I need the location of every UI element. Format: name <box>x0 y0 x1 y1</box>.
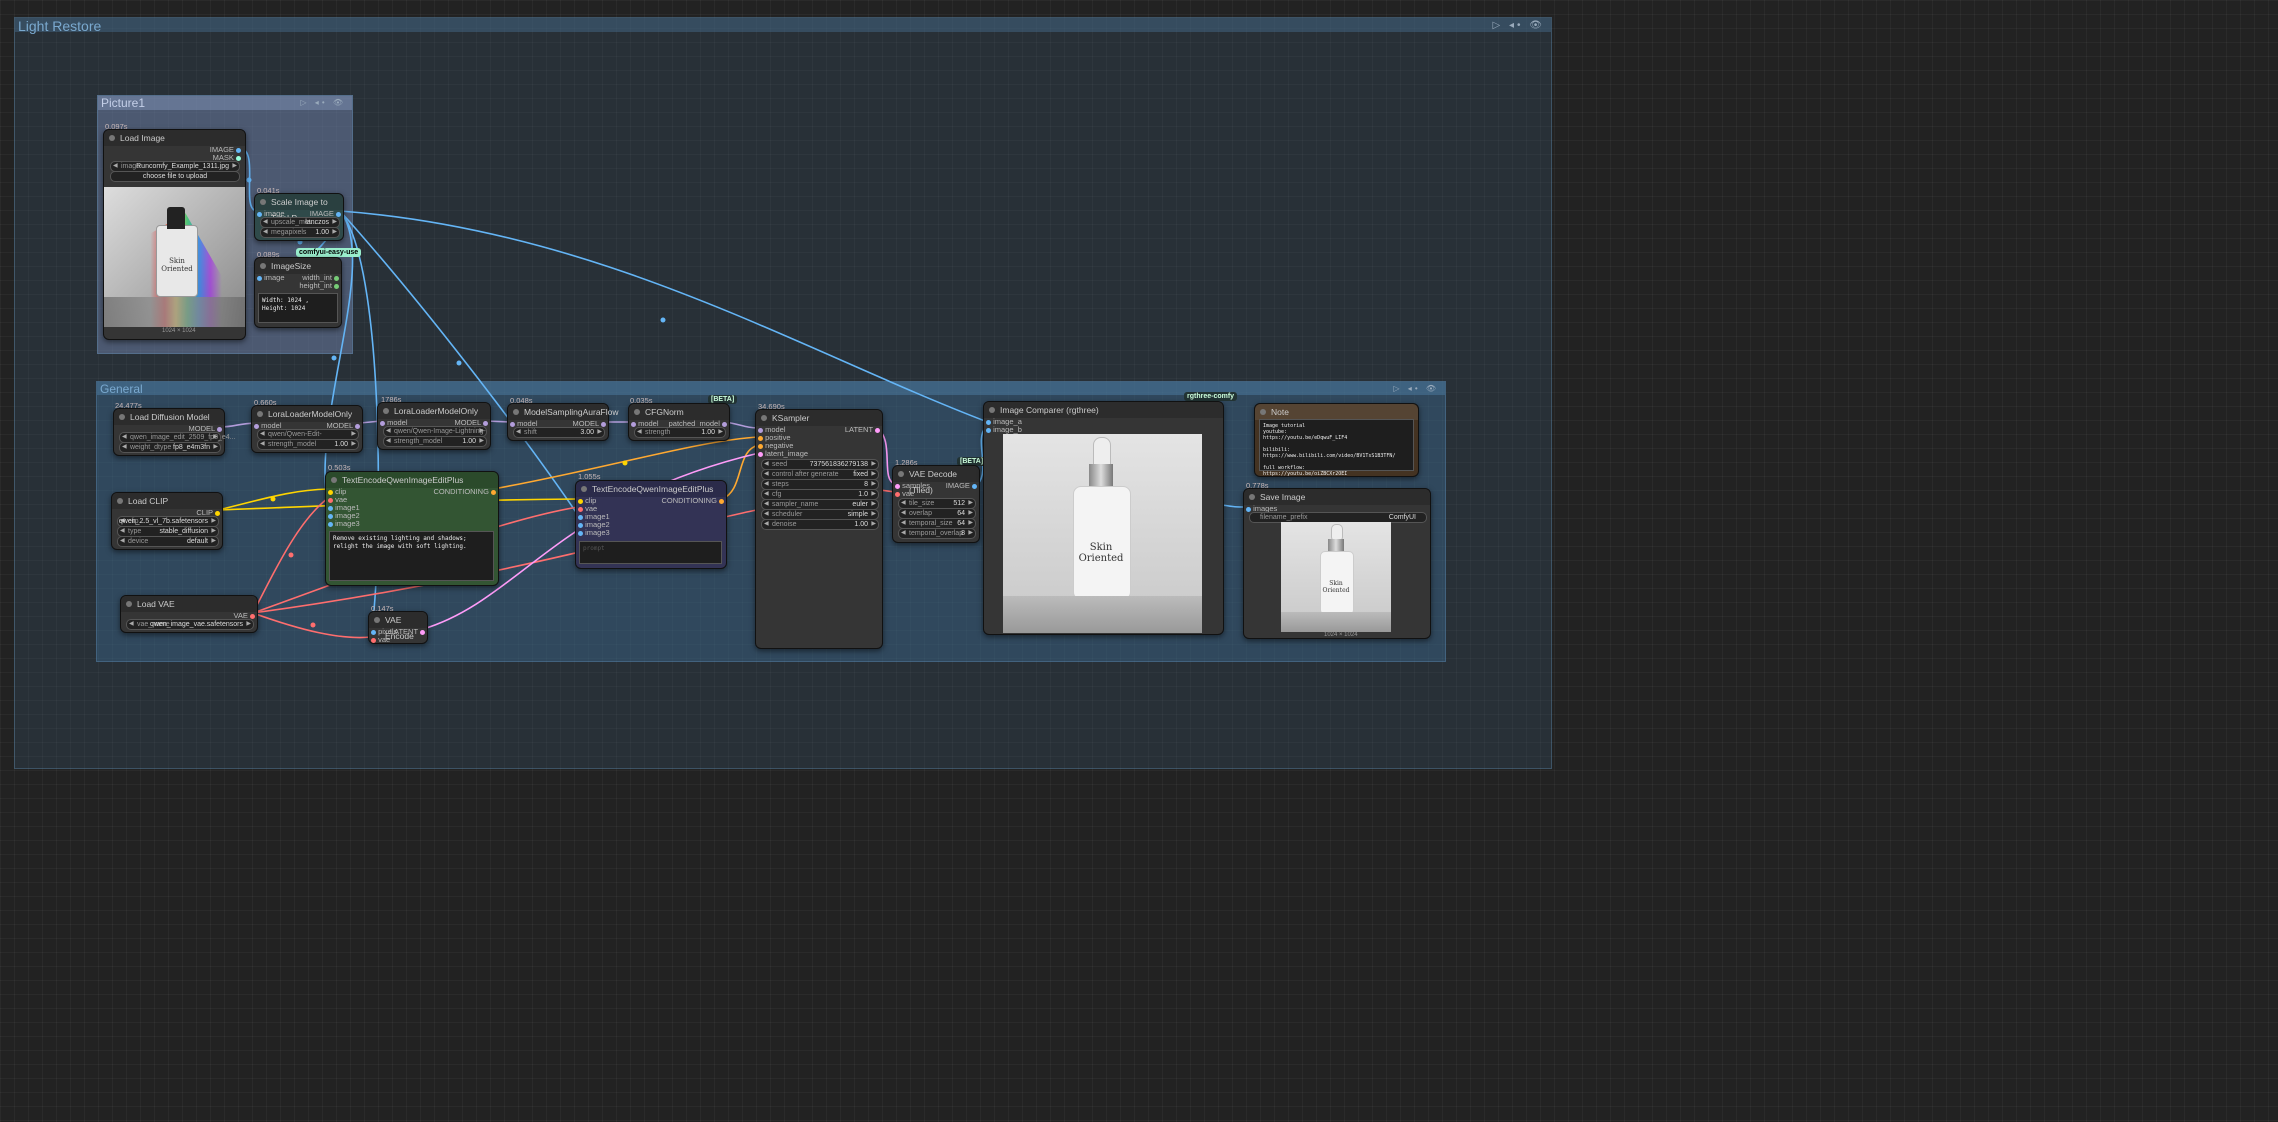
vae-decode-title[interactable]: VAE Decode (Tiled) <box>893 466 979 495</box>
output-latent[interactable]: LATENT <box>845 425 880 434</box>
text-encode2-title[interactable]: TextEncodeQwenImageEditPlus <box>576 481 726 497</box>
image-size-label: 1024 × 1024 <box>1324 632 1358 638</box>
load-clip-node[interactable]: Load CLIP CLIP clip...qwen_2.5_vl_7b.saf… <box>111 492 223 550</box>
preview-image: Skin Oriented <box>104 187 245 327</box>
vae-decode-node[interactable]: VAE Decode (Tiled) samples vae IMAGE til… <box>892 465 980 543</box>
node-badge: comfyui-easy-use <box>296 248 362 257</box>
save-image-title[interactable]: Save Image <box>1244 489 1430 505</box>
input-image3[interactable]: image3 <box>328 519 360 528</box>
saved-image-preview[interactable]: Skin Oriented <box>1281 522 1391 632</box>
upload-button[interactable]: choose file to upload <box>110 171 240 182</box>
denoise-input[interactable]: denoise1.00 <box>761 519 879 530</box>
scale-image-title[interactable]: Scale Image to Total P... <box>255 194 343 223</box>
input-latent-image[interactable]: latent_image <box>758 449 808 458</box>
note-title[interactable]: Note <box>1255 404 1418 420</box>
product-brand-text: Skin Oriented <box>1078 542 1124 564</box>
vae-encode-title[interactable]: VAE Encode <box>369 612 427 641</box>
vae-encode-node[interactable]: VAE Encode pixels vae LATENT <box>368 611 428 644</box>
vae-select[interactable]: vae_nameqwen_image_vae.safetensors <box>126 619 254 630</box>
load-vae-node[interactable]: Load VAE VAE vae_nameqwen_image_vae.safe… <box>120 595 258 633</box>
group-title[interactable]: Light Restore <box>18 18 101 34</box>
input-vae[interactable]: vae <box>895 489 914 498</box>
load-clip-title[interactable]: Load CLIP <box>112 493 222 509</box>
text-encode2-node[interactable]: TextEncodeQwenImageEditPlus clip vae ima… <box>575 480 727 569</box>
lora2-title[interactable]: LoraLoaderModelOnly <box>378 403 490 419</box>
output-height[interactable]: height_int <box>299 281 339 290</box>
image-size-title[interactable]: ImageSize <box>255 258 341 274</box>
comparer-image[interactable]: Skin Oriented <box>1003 434 1202 633</box>
strength-input[interactable]: strength_model1.00 <box>383 436 487 447</box>
load-image-node[interactable]: Load Image IMAGE MASK imageRuncomfy_Exam… <box>103 129 246 340</box>
ksampler-title[interactable]: KSampler <box>756 410 882 426</box>
product-brand-text: Skin Oriented <box>1322 580 1350 594</box>
group-toolbar-icons[interactable]: ▷ ◂• 👁 <box>1493 20 1545 31</box>
output-conditioning[interactable]: CONDITIONING <box>433 487 496 496</box>
node-badge: rgthree-comfy <box>1184 392 1238 401</box>
weight-dtype-select[interactable]: weight_dtypefp8_e4m3fn <box>119 442 221 453</box>
text-encode1-title[interactable]: TextEncodeQwenImageEditPlus <box>326 472 498 488</box>
image-comparer-node[interactable]: Image Comparer (rgthree) image_a image_b… <box>983 401 1224 635</box>
model-sampling-node[interactable]: ModelSamplingAuraFlow model MODEL shift3… <box>507 403 619 441</box>
input-image3[interactable]: image3 <box>578 528 610 537</box>
shift-input[interactable]: shift3.00 <box>513 427 605 438</box>
scale-image-node[interactable]: Scale Image to Total P... image IMAGE up… <box>254 193 344 241</box>
cfgnorm-node[interactable]: CFGNorm model patched_model strength1.00 <box>628 403 730 441</box>
output-conditioning[interactable]: CONDITIONING <box>661 496 724 505</box>
product-brand-text: Skin Oriented <box>161 257 193 273</box>
model-sampling-title[interactable]: ModelSamplingAuraFlow <box>508 404 619 420</box>
strength-input[interactable]: strength1.00 <box>634 427 726 438</box>
output-latent[interactable]: LATENT <box>390 627 425 636</box>
temporal-overlap-input[interactable]: temporal_overlap8 <box>898 528 976 539</box>
group-title[interactable]: Picture1 <box>101 96 145 110</box>
prompt-textarea[interactable]: prompt <box>579 541 722 564</box>
load-image-title[interactable]: Load Image <box>104 130 245 146</box>
output-image[interactable]: IMAGE <box>946 481 977 490</box>
cfgnorm-title[interactable]: CFGNorm <box>629 404 729 420</box>
group-toolbar-icons[interactable]: ▷ ◂• 👁 <box>1393 384 1439 393</box>
ksampler-node[interactable]: KSampler model positive negative latent_… <box>755 409 883 649</box>
load-vae-title[interactable]: Load VAE <box>121 596 257 612</box>
note-textarea[interactable]: Image tutorial youtube: https://youtu.be… <box>1259 419 1414 477</box>
lora1-node[interactable]: LoraLoaderModelOnly model MODEL qwen/Qwe… <box>251 405 363 453</box>
image-size-node[interactable]: ImageSize image width_int height_int Wid… <box>254 257 342 328</box>
input-image-b[interactable]: image_b <box>986 425 1022 434</box>
megapixels-input[interactable]: megapixels1.00 <box>260 227 340 238</box>
text-encode1-node[interactable]: TextEncodeQwenImageEditPlus clip vae ima… <box>325 471 499 586</box>
input-image[interactable]: image <box>257 273 285 282</box>
save-image-node[interactable]: Save Image images filename_prefix ComfyUI… <box>1243 488 1431 639</box>
lora1-title[interactable]: LoraLoaderModelOnly <box>252 406 362 422</box>
device-select[interactable]: devicedefault <box>117 536 219 547</box>
note-node[interactable]: Note Image tutorial youtube: https://you… <box>1254 403 1419 477</box>
input-vae[interactable]: vae <box>371 635 390 644</box>
group-toolbar-icons[interactable]: ▷ ◂• 👁 <box>300 98 346 107</box>
image-comparer-title[interactable]: Image Comparer (rgthree) <box>984 402 1223 418</box>
lora2-node[interactable]: LoraLoaderModelOnly model MODEL qwen/Qwe… <box>377 402 491 450</box>
size-display: Width: 1024 , Height: 1024 <box>258 293 338 323</box>
load-diffusion-title[interactable]: Load Diffusion Model <box>114 409 224 425</box>
image-size-label: 1024 × 1024 <box>162 328 196 334</box>
load-diffusion-node[interactable]: Load Diffusion Model MODEL qwen_image_ed… <box>113 408 235 456</box>
group-title[interactable]: General <box>100 382 143 396</box>
strength-input[interactable]: strength_model1.00 <box>257 439 359 450</box>
prompt-textarea[interactable]: Remove existing lighting and shadows; re… <box>329 531 494 581</box>
